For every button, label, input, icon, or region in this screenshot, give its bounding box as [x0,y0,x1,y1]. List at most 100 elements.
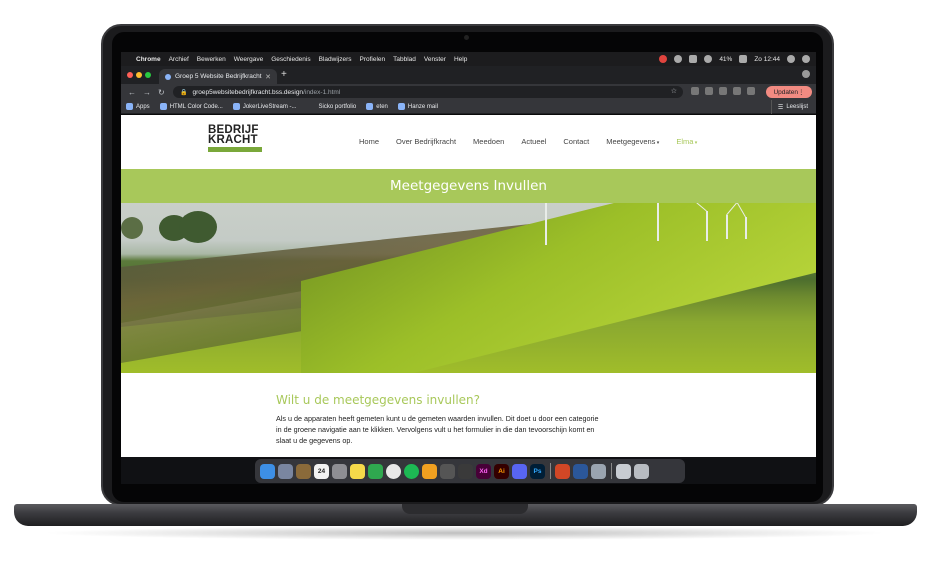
spotify-icon[interactable] [404,463,419,479]
battery-icon[interactable] [739,55,748,63]
address-bar[interactable]: 🔒 groep5websitebedrijfkracht.bss.design … [173,86,683,98]
nav-meetgegevens-dropdown[interactable]: Meetgegevens ▾ [606,137,659,146]
nav-over-bedrijfkracht[interactable]: Over Bedrijfkracht [396,137,456,146]
extension-icon-1[interactable] [691,87,699,95]
finder-icon[interactable] [260,463,275,479]
tab-favicon-icon [165,73,171,80]
xd-label: Xd [479,467,488,475]
macos-menubar: Chrome Archief Bewerken Weergave Geschie… [121,52,816,66]
maximize-window-button[interactable] [145,72,151,78]
reading-list-button[interactable]: ☰ Leeslijst [770,100,808,114]
wind-turbine [745,217,747,239]
update-button[interactable]: Updaten ⋮ [766,86,812,98]
update-label: Updaten [773,88,799,96]
section-heading: Wilt u de meetgegevens invullen? [276,393,481,407]
tab-search-icon[interactable] [802,70,810,78]
extension-icon-4[interactable] [733,87,741,95]
bookmarks-bar: Apps HTML Color Code... JokerLiveStream … [121,100,816,114]
ai-label: Ai [498,467,505,475]
bookmark-label: Apps [136,103,150,110]
launchpad-icon[interactable] [278,463,293,479]
system-preferences-icon[interactable] [332,463,347,479]
nav-meetgegevens-label: Meetgegevens [606,137,656,146]
chrome-icon[interactable] [386,463,401,479]
wifi-icon[interactable] [704,55,713,63]
reload-button[interactable]: ↻ [158,88,165,97]
menu-weergave[interactable]: Weergave [234,56,264,63]
word-icon[interactable] [573,463,588,479]
apps-grid-icon [126,103,133,110]
notes-icon[interactable] [350,463,365,479]
nav-contact[interactable]: Contact [563,137,589,146]
browser-tabbar: Groep 5 Website Bedrijfkracht ✕ + [121,66,816,84]
html-color-icon [159,103,167,110]
menu-venster[interactable]: Venster [424,56,446,63]
menu-profielen[interactable]: Profielen [359,56,385,63]
menubar-clock[interactable]: Zo 12:44 [754,56,780,63]
bookmark-label: JokerLiveStream -... [242,103,297,110]
bookmark-folder-eten[interactable]: eten [366,103,388,110]
app-icon[interactable] [591,463,606,479]
control-center-icon[interactable] [802,55,810,63]
adobe-xd-icon[interactable]: Xd [476,463,491,479]
menu-archief[interactable]: Archief [169,56,189,63]
close-tab-icon[interactable]: ✕ [265,73,271,81]
nav-actueel[interactable]: Actueel [521,137,546,146]
bookmark-hanze-mail[interactable]: Hanze mail [397,103,438,110]
bookmark-star-icon[interactable]: ☆ [671,87,677,95]
globe-icon [232,103,240,110]
grass-dike [301,203,816,373]
bedrijfkracht-logo[interactable]: BEDRIJF KRACHT [208,124,280,152]
lock-icon[interactable]: 🔒 [180,89,187,96]
macos-dock: 24 Xd Ai Ps [255,459,685,483]
minimize-window-button[interactable] [136,72,142,78]
powerpoint-icon[interactable] [555,463,570,479]
extension-icon-2[interactable] [705,87,713,95]
bookmark-apps[interactable]: Apps [126,103,150,110]
numbers-icon[interactable] [368,463,383,479]
bookmark-jokerlivestream[interactable]: JokerLiveStream -... [232,103,297,110]
menu-help[interactable]: Help [454,56,467,63]
app-icon[interactable] [440,463,455,479]
extension-icon-3[interactable] [719,87,727,95]
siri-icon[interactable] [787,55,795,63]
profile-avatar[interactable] [747,87,755,95]
back-button[interactable]: ← [128,88,136,97]
reading-list-label: Leeslijst [786,104,808,110]
bookmark-label: eten [376,103,388,110]
sublime-icon[interactable] [422,463,437,479]
status-app-icon[interactable] [674,55,683,63]
adobe-photoshop-icon[interactable]: Ps [530,463,545,479]
bootstrap-studio-icon[interactable] [458,463,473,479]
menu-bladwijzers[interactable]: Bladwijzers [319,56,352,63]
adobe-illustrator-icon[interactable]: Ai [494,463,509,479]
laptop-base-notch [402,504,528,514]
reading-list-icon: ☰ [777,104,784,111]
wind-turbine [545,203,547,245]
trash-icon[interactable] [634,463,649,479]
menu-geschiedenis[interactable]: Geschiedenis [271,56,310,63]
menubar-app-name[interactable]: Chrome [136,56,161,63]
dropbox-icon[interactable] [689,55,698,63]
caret-down-icon: ▾ [693,140,698,146]
menu-tabblad[interactable]: Tabblad [393,56,416,63]
close-window-button[interactable] [127,72,133,78]
new-tab-button[interactable]: + [281,69,287,80]
browser-tab-active[interactable]: Groep 5 Website Bedrijfkracht ✕ [159,69,277,84]
downloads-icon[interactable] [616,463,631,479]
nav-elma-dropdown[interactable]: Elma ▾ [676,137,697,146]
menu-bewerken[interactable]: Bewerken [197,56,226,63]
laptop-shadow [40,526,890,540]
nav-home[interactable]: Home [359,137,379,146]
desktop-strip: 24 Xd Ai Ps [121,457,816,484]
caret-down-icon: ▾ [655,140,660,146]
nav-meedoen[interactable]: Meedoen [473,137,504,146]
calendar-icon[interactable]: 24 [314,463,329,479]
forward-button[interactable]: → [143,88,151,97]
app-icon[interactable] [296,463,311,479]
folder-icon [366,103,374,110]
bookmark-html-color-codes[interactable]: HTML Color Code... [159,103,223,110]
discord-icon[interactable] [512,463,527,479]
creative-cloud-icon[interactable] [659,55,668,63]
bookmark-sicko-portfolio[interactable]: Sicko portfolio [319,104,357,110]
